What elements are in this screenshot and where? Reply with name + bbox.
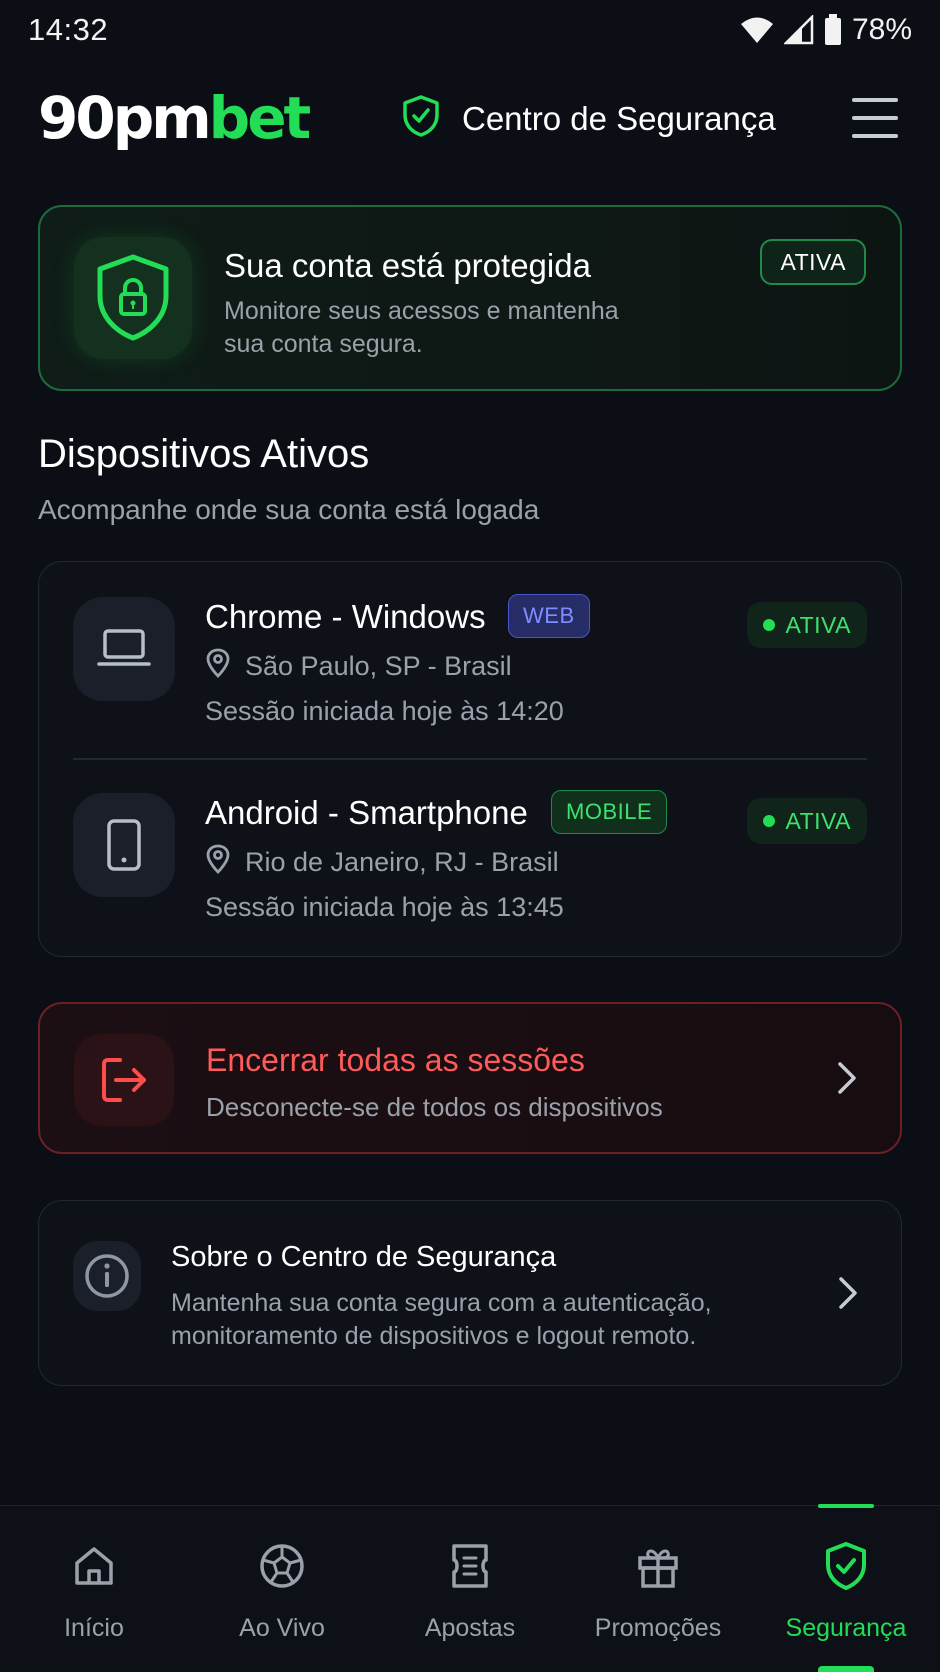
device-type-tag: MOBILE bbox=[551, 790, 668, 834]
nav-label: Início bbox=[64, 1614, 124, 1642]
status-dot-icon bbox=[763, 815, 776, 827]
shield-check-icon bbox=[402, 94, 440, 143]
device-status-text: ATIVA bbox=[785, 611, 851, 638]
gift-icon bbox=[634, 1538, 682, 1594]
shield-lock-icon bbox=[74, 237, 192, 359]
device-location-text: São Paulo, SP - Brasil bbox=[245, 651, 512, 681]
nav-item-apostas[interactable]: Apostas bbox=[376, 1506, 564, 1672]
end-all-sessions-description: Desconecte-se de todos os dispositivos bbox=[206, 1092, 663, 1122]
devices-section-subtitle: Acompanhe onde sua conta está logada bbox=[38, 494, 540, 525]
end-all-sessions-button[interactable]: Encerrar todas as sessões Desconecte-se … bbox=[38, 1002, 902, 1154]
account-protection-card: Sua conta está protegida Monitore seus a… bbox=[38, 205, 902, 391]
nav-label: Promoções bbox=[594, 1614, 722, 1642]
protection-status-badge: ATIVA bbox=[760, 239, 866, 285]
status-dot-icon bbox=[763, 619, 776, 631]
about-description: Mantenha sua conta segura com a autentic… bbox=[171, 1289, 712, 1350]
location-pin-icon bbox=[205, 648, 231, 685]
about-title: Sobre o Centro de Segurança bbox=[171, 1241, 557, 1273]
soccer-ball-icon bbox=[258, 1538, 306, 1594]
home-indicator bbox=[818, 1666, 874, 1672]
location-pin-icon bbox=[205, 844, 231, 881]
device-status-badge: ATIVA bbox=[747, 602, 867, 648]
device-row[interactable]: Android - Smartphone MOBILE Rio de Janei… bbox=[39, 758, 901, 954]
app-header: 90pmbet Centro de Segurança bbox=[0, 78, 940, 158]
device-name: Android - Smartphone bbox=[205, 794, 528, 831]
logo-part-1: 90pm bbox=[38, 84, 212, 152]
logout-icon bbox=[74, 1034, 174, 1126]
laptop-icon bbox=[73, 597, 175, 701]
status-time: 14:32 bbox=[28, 12, 109, 47]
nav-label: Segurança bbox=[785, 1614, 907, 1642]
smartphone-icon bbox=[73, 793, 175, 897]
status-bar: 14:32 78% bbox=[0, 0, 940, 60]
protection-title: Sua conta está protegida bbox=[224, 247, 591, 284]
logo-part-2: bet bbox=[208, 84, 312, 152]
chevron-right-icon bbox=[837, 1275, 859, 1316]
device-location: São Paulo, SP - Brasil bbox=[205, 648, 512, 685]
nav-label: Apostas bbox=[424, 1614, 516, 1642]
device-location: Rio de Janeiro, RJ - Brasil bbox=[205, 844, 559, 881]
hamburger-line bbox=[852, 134, 898, 138]
active-devices-card: Chrome - Windows WEB São Paulo, SP - Bra… bbox=[38, 561, 902, 957]
end-all-sessions-title: Encerrar todas as sessões bbox=[206, 1042, 585, 1078]
devices-section-title: Dispositivos Ativos bbox=[38, 432, 370, 476]
about-security-center-card[interactable]: Sobre o Centro de Segurança Mantenha sua… bbox=[38, 1200, 902, 1386]
menu-button[interactable] bbox=[852, 98, 898, 138]
wifi-icon bbox=[740, 16, 774, 44]
battery-percentage: 78% bbox=[851, 13, 912, 46]
nav-item-seguranca[interactable]: Segurança bbox=[752, 1506, 940, 1672]
nav-item-promocoes[interactable]: Promoções bbox=[564, 1506, 752, 1672]
device-location-text: Rio de Janeiro, RJ - Brasil bbox=[245, 847, 559, 877]
ticket-icon bbox=[448, 1538, 492, 1594]
chevron-right-icon bbox=[836, 1060, 858, 1101]
device-name: Chrome - Windows bbox=[205, 598, 486, 635]
hamburger-line bbox=[852, 98, 898, 102]
device-row[interactable]: Chrome - Windows WEB São Paulo, SP - Bra… bbox=[39, 562, 901, 758]
hamburger-line bbox=[852, 116, 898, 120]
page-title: Centro de Segurança bbox=[462, 99, 776, 137]
cellular-signal-icon bbox=[783, 15, 814, 45]
logo[interactable]: 90pmbet bbox=[38, 84, 312, 152]
bottom-navigation: Início Ao Vivo Apostas Promoções Seguran… bbox=[0, 1504, 940, 1672]
device-status-badge: ATIVA bbox=[747, 798, 867, 844]
device-session-time: Sessão iniciada hoje às 14:20 bbox=[205, 696, 564, 726]
nav-item-inicio[interactable]: Início bbox=[0, 1506, 188, 1672]
header-title-group: Centro de Segurança bbox=[402, 94, 776, 143]
protection-description: Monitore seus acessos e mantenha sua con… bbox=[224, 297, 619, 358]
nav-item-ao-vivo[interactable]: Ao Vivo bbox=[188, 1506, 376, 1672]
info-icon bbox=[73, 1241, 141, 1311]
device-session-time: Sessão iniciada hoje às 13:45 bbox=[205, 892, 564, 922]
nav-label: Ao Vivo bbox=[239, 1614, 325, 1642]
device-type-tag: WEB bbox=[508, 594, 590, 638]
battery-icon bbox=[824, 14, 842, 46]
shield-check-icon bbox=[824, 1538, 868, 1594]
home-icon bbox=[71, 1538, 117, 1594]
device-status-text: ATIVA bbox=[785, 807, 851, 834]
status-icons: 78% bbox=[740, 13, 912, 47]
